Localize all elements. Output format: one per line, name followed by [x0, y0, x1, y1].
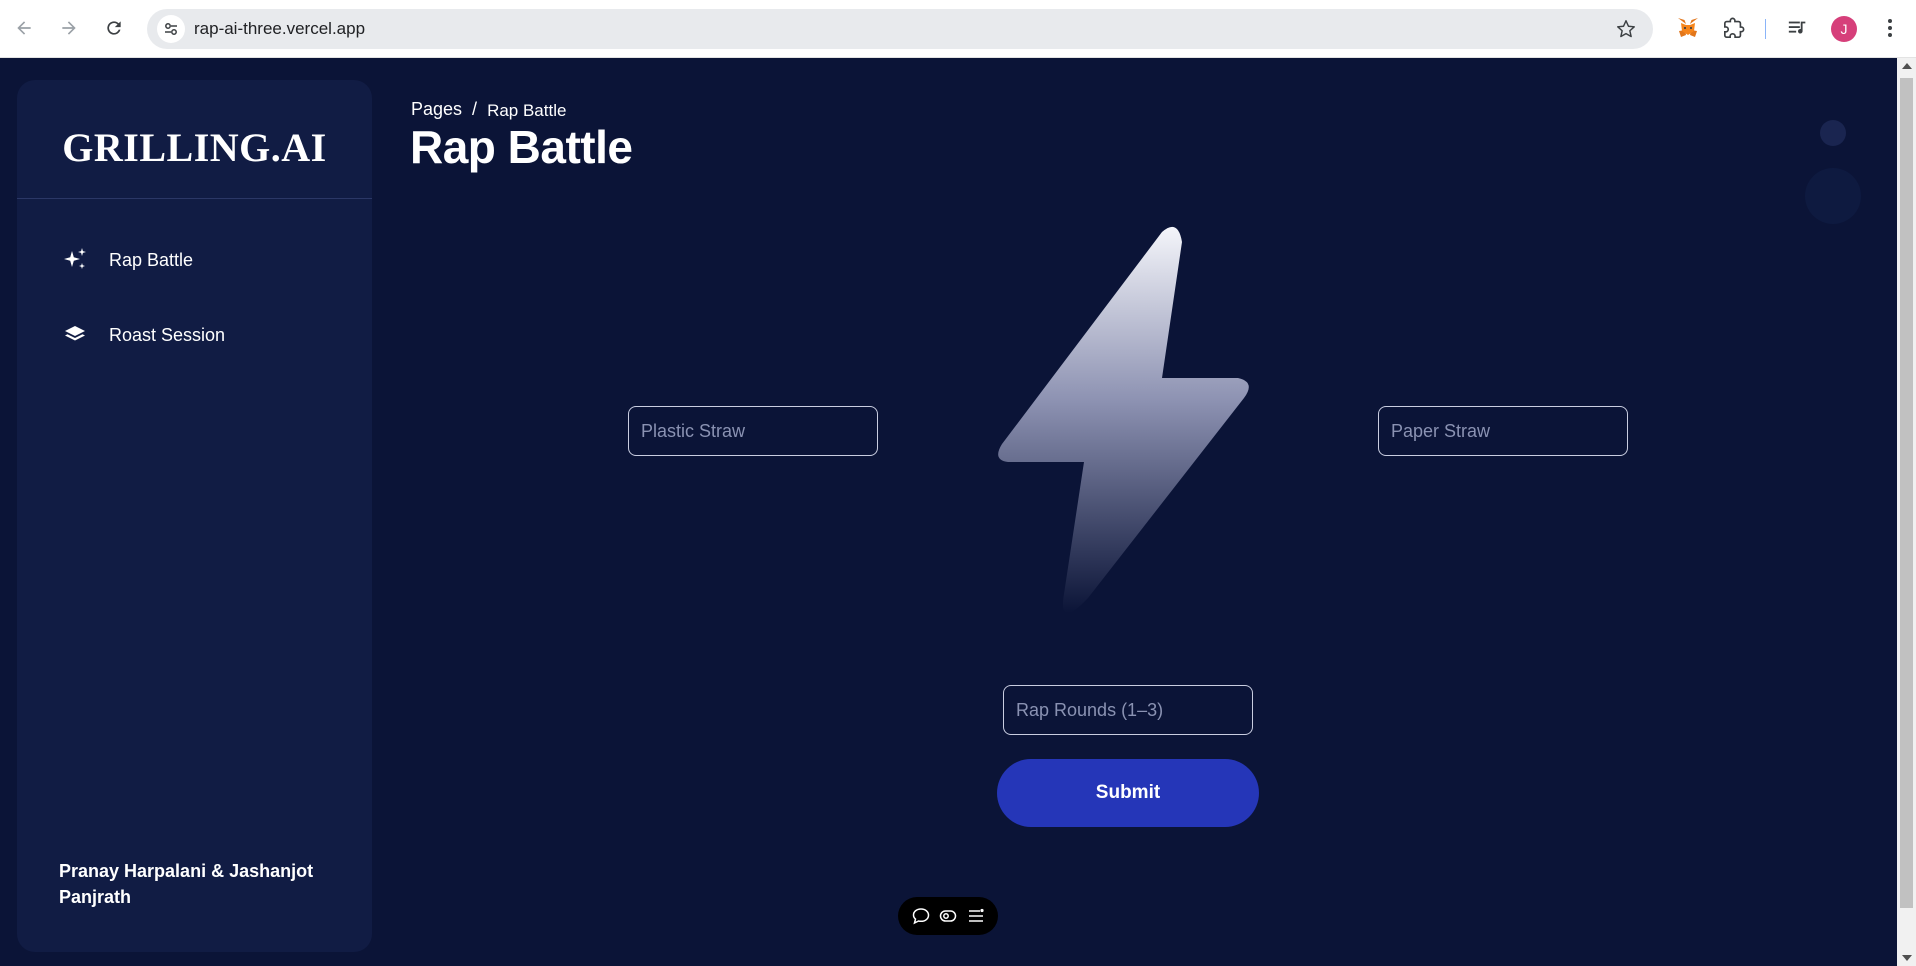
right-opponent-input[interactable]: [1378, 406, 1628, 456]
sidebar-item-roast-session[interactable]: Roast Session: [61, 315, 225, 355]
back-arrow-icon[interactable]: [10, 14, 38, 42]
address-bar[interactable]: rap-ai-three.vercel.app: [147, 9, 1653, 49]
scroll-up-arrow[interactable]: [1902, 63, 1912, 69]
sidebar-divider: [17, 198, 372, 199]
lightning-bolt-icon: [998, 226, 1249, 614]
metamask-icon[interactable]: [1674, 14, 1702, 42]
url-text[interactable]: rap-ai-three.vercel.app: [194, 19, 365, 39]
scroll-down-arrow[interactable]: [1902, 955, 1912, 961]
breadcrumb: Pages / Rap Battle: [411, 98, 567, 121]
floating-toolbar: [898, 897, 998, 935]
breadcrumb-root[interactable]: Pages: [411, 99, 462, 119]
sidebar-item-label: Rap Battle: [109, 249, 194, 270]
sparkles-icon: [61, 246, 89, 274]
decorative-dot: [1820, 120, 1846, 146]
sidebar: GRILLING.AI Rap Battle Roast Session Pra…: [17, 80, 372, 952]
toolbar-divider: [1765, 19, 1766, 39]
rap-rounds-input[interactable]: [1003, 685, 1253, 735]
profile-avatar[interactable]: J: [1831, 16, 1857, 42]
browser-chrome: rap-ai-three.vercel.app J: [0, 0, 1916, 58]
media-control-icon[interactable]: [1784, 14, 1812, 42]
authors-credit: Pranay Harpalani & Jashanjot Panjrath: [59, 861, 314, 907]
forward-arrow-icon[interactable]: [55, 14, 83, 42]
scrollbar-thumb[interactable]: [1900, 78, 1913, 908]
settings-sliders-icon[interactable]: [965, 905, 987, 927]
layers-icon: [61, 321, 89, 349]
eye-toggle-icon[interactable]: [937, 905, 959, 927]
breadcrumb-current: Rap Battle: [487, 101, 567, 121]
decorative-circle: [1805, 168, 1861, 224]
breadcrumb-separator: /: [472, 98, 478, 119]
sidebar-item-rap-battle[interactable]: Rap Battle: [61, 240, 193, 280]
page-title: Rap Battle: [410, 121, 633, 173]
brand-logo[interactable]: GRILLING.AI: [17, 124, 372, 171]
sidebar-item-label: Roast Session: [109, 324, 226, 345]
more-menu-icon[interactable]: [1876, 14, 1904, 42]
extensions-icon[interactable]: [1720, 14, 1748, 42]
site-settings-icon[interactable]: [157, 15, 185, 43]
page-content: GRILLING.AI Rap Battle Roast Session Pra…: [0, 58, 1897, 966]
page-scrollbar[interactable]: [1897, 58, 1916, 966]
reload-icon[interactable]: [100, 14, 128, 42]
left-opponent-input[interactable]: [628, 406, 878, 456]
comment-icon[interactable]: [910, 905, 932, 927]
submit-button[interactable]: Submit: [997, 759, 1259, 827]
star-icon[interactable]: [1615, 18, 1637, 40]
